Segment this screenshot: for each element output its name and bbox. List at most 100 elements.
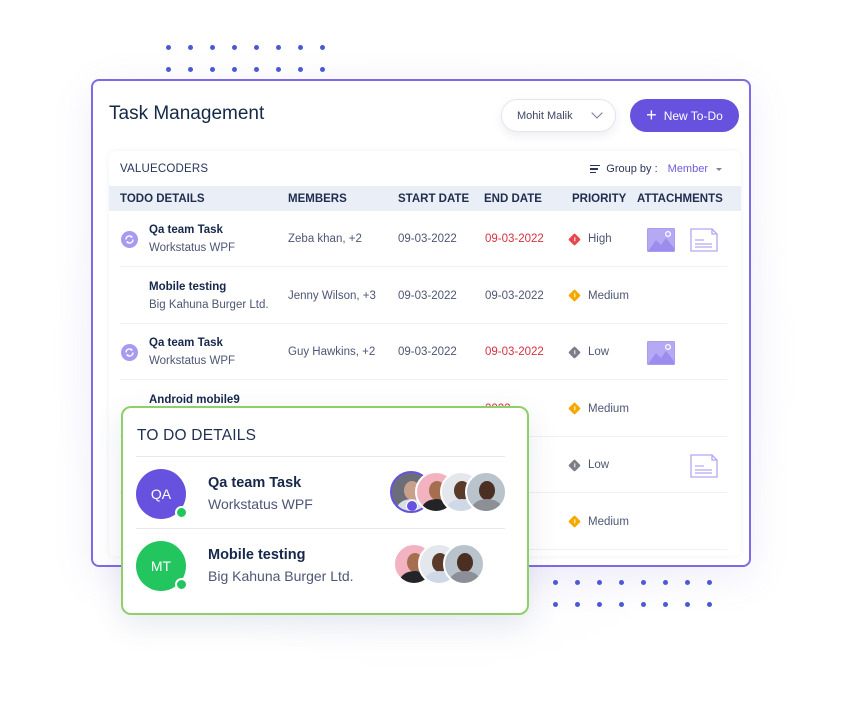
priority-label: Medium bbox=[588, 402, 629, 415]
priority-low-icon bbox=[568, 345, 581, 359]
end-date: 09-03-2022 bbox=[485, 346, 544, 358]
sort-lines-icon bbox=[590, 164, 601, 174]
priority-low-icon bbox=[568, 458, 581, 472]
column-end-date[interactable]: END DATE bbox=[484, 193, 542, 205]
task-project: Workstatus WPF bbox=[149, 242, 236, 254]
dot bbox=[166, 67, 171, 72]
recurring-sync-icon bbox=[121, 344, 138, 361]
priority-label: High bbox=[588, 233, 612, 245]
table-row[interactable]: Qa team Task Workstatus WPF Zeba khan, +2 0… bbox=[120, 211, 727, 267]
group-by-value: Member bbox=[667, 163, 708, 175]
dot bbox=[298, 67, 303, 72]
priority: Medium bbox=[568, 402, 629, 415]
dot bbox=[254, 45, 259, 50]
member-avatar[interactable] bbox=[465, 471, 507, 513]
column-start-date[interactable]: START DATE bbox=[398, 193, 469, 205]
detail-task-project: Workstatus WPF bbox=[208, 496, 313, 512]
start-date: 09-03-2022 bbox=[398, 346, 457, 358]
dot bbox=[553, 580, 558, 585]
user-badge-icon bbox=[406, 500, 418, 511]
column-todo-details[interactable]: TODO DETAILS bbox=[120, 193, 205, 205]
task-members: Zeba khan, +2 bbox=[288, 233, 362, 245]
group-by-control[interactable]: Group by : Member bbox=[590, 163, 722, 175]
detail-task-title: Qa team Task bbox=[208, 475, 302, 491]
column-priority[interactable]: PRIORITY bbox=[572, 193, 626, 205]
dot bbox=[276, 67, 281, 72]
priority: Medium bbox=[568, 289, 629, 302]
priority-medium-icon bbox=[568, 402, 581, 415]
task-title[interactable]: Qa team Task bbox=[149, 337, 223, 349]
end-date: 09-03-2022 bbox=[485, 233, 544, 245]
priority-medium-icon bbox=[568, 515, 581, 528]
dot bbox=[553, 602, 558, 607]
document-icon[interactable] bbox=[690, 454, 718, 481]
priority: Low bbox=[568, 345, 610, 359]
priority-medium-icon bbox=[568, 289, 581, 302]
image-icon[interactable] bbox=[647, 228, 675, 255]
popup-title: TO DO DETAILS bbox=[137, 427, 257, 444]
online-status-icon bbox=[175, 506, 188, 519]
dot bbox=[210, 45, 215, 50]
task-title[interactable]: Qa team Task bbox=[149, 224, 223, 236]
dot bbox=[597, 580, 602, 585]
task-members: Guy Hawkins, +2 bbox=[288, 346, 376, 358]
dot bbox=[232, 45, 237, 50]
dot bbox=[276, 45, 281, 50]
member-avatars[interactable] bbox=[393, 543, 485, 585]
todo-detail-item[interactable]: MT Mobile testing Big Kahuna Burger Ltd. bbox=[136, 530, 505, 600]
dot bbox=[188, 45, 193, 50]
page-title: Task Management bbox=[109, 103, 265, 124]
priority: High bbox=[568, 232, 612, 246]
dot bbox=[641, 580, 646, 585]
todo-detail-item[interactable]: QA Qa team Task Workstatus WPF bbox=[136, 458, 507, 528]
user-select[interactable]: Mohit Malik bbox=[501, 99, 616, 132]
divider bbox=[136, 456, 505, 457]
online-status-icon bbox=[175, 578, 188, 591]
task-title[interactable]: Android mobile9 bbox=[149, 394, 240, 406]
table-row[interactable]: Mobile testing Big Kahuna Burger Ltd. Jenn… bbox=[120, 268, 727, 324]
plus-icon: + bbox=[646, 104, 657, 125]
group-by-label: Group by : bbox=[606, 163, 658, 175]
dot bbox=[575, 580, 580, 585]
start-date: 09-03-2022 bbox=[398, 233, 457, 245]
priority: Low bbox=[568, 458, 610, 472]
image-icon[interactable] bbox=[647, 341, 675, 368]
decorative-dots-top bbox=[166, 45, 342, 72]
priority-high-icon bbox=[568, 232, 581, 246]
priority-label: Low bbox=[588, 459, 610, 471]
priority: Medium bbox=[568, 515, 629, 528]
project-avatar: MT bbox=[136, 541, 188, 591]
new-todo-button[interactable]: + New To-Do bbox=[630, 99, 739, 132]
dot bbox=[707, 580, 712, 585]
dot bbox=[685, 580, 690, 585]
document-icon[interactable] bbox=[690, 228, 718, 255]
dot bbox=[232, 67, 237, 72]
dot bbox=[663, 602, 668, 607]
member-avatars[interactable] bbox=[390, 471, 507, 513]
column-attachments[interactable]: ATTACHMENTS bbox=[637, 193, 723, 205]
priority-label: Medium bbox=[588, 515, 629, 528]
dot bbox=[619, 602, 624, 607]
dot bbox=[320, 67, 325, 72]
dot bbox=[188, 67, 193, 72]
member-avatar[interactable] bbox=[443, 543, 485, 585]
chevron-down-icon bbox=[591, 107, 603, 119]
dot bbox=[575, 602, 580, 607]
task-title[interactable]: Mobile testing bbox=[149, 281, 226, 293]
priority-label: Low bbox=[588, 346, 610, 358]
dot bbox=[210, 67, 215, 72]
table-row[interactable]: Qa team Task Workstatus WPF Guy Hawkins, +… bbox=[120, 324, 727, 380]
detail-task-title: Mobile testing bbox=[208, 547, 306, 563]
project-avatar: QA bbox=[136, 469, 188, 519]
dot bbox=[320, 45, 325, 50]
dot bbox=[663, 580, 668, 585]
task-project: Big Kahuna Burger Ltd. bbox=[149, 298, 269, 311]
column-members[interactable]: MEMBERS bbox=[288, 193, 347, 205]
start-date: 09-03-2022 bbox=[398, 289, 457, 302]
end-date: 09-03-2022 bbox=[485, 289, 544, 302]
new-todo-label: New To-Do bbox=[663, 108, 723, 123]
detail-task-project: Big Kahuna Burger Ltd. bbox=[208, 568, 354, 584]
dot bbox=[597, 602, 602, 607]
dot bbox=[166, 45, 171, 50]
decorative-dots-bottom bbox=[553, 580, 729, 607]
